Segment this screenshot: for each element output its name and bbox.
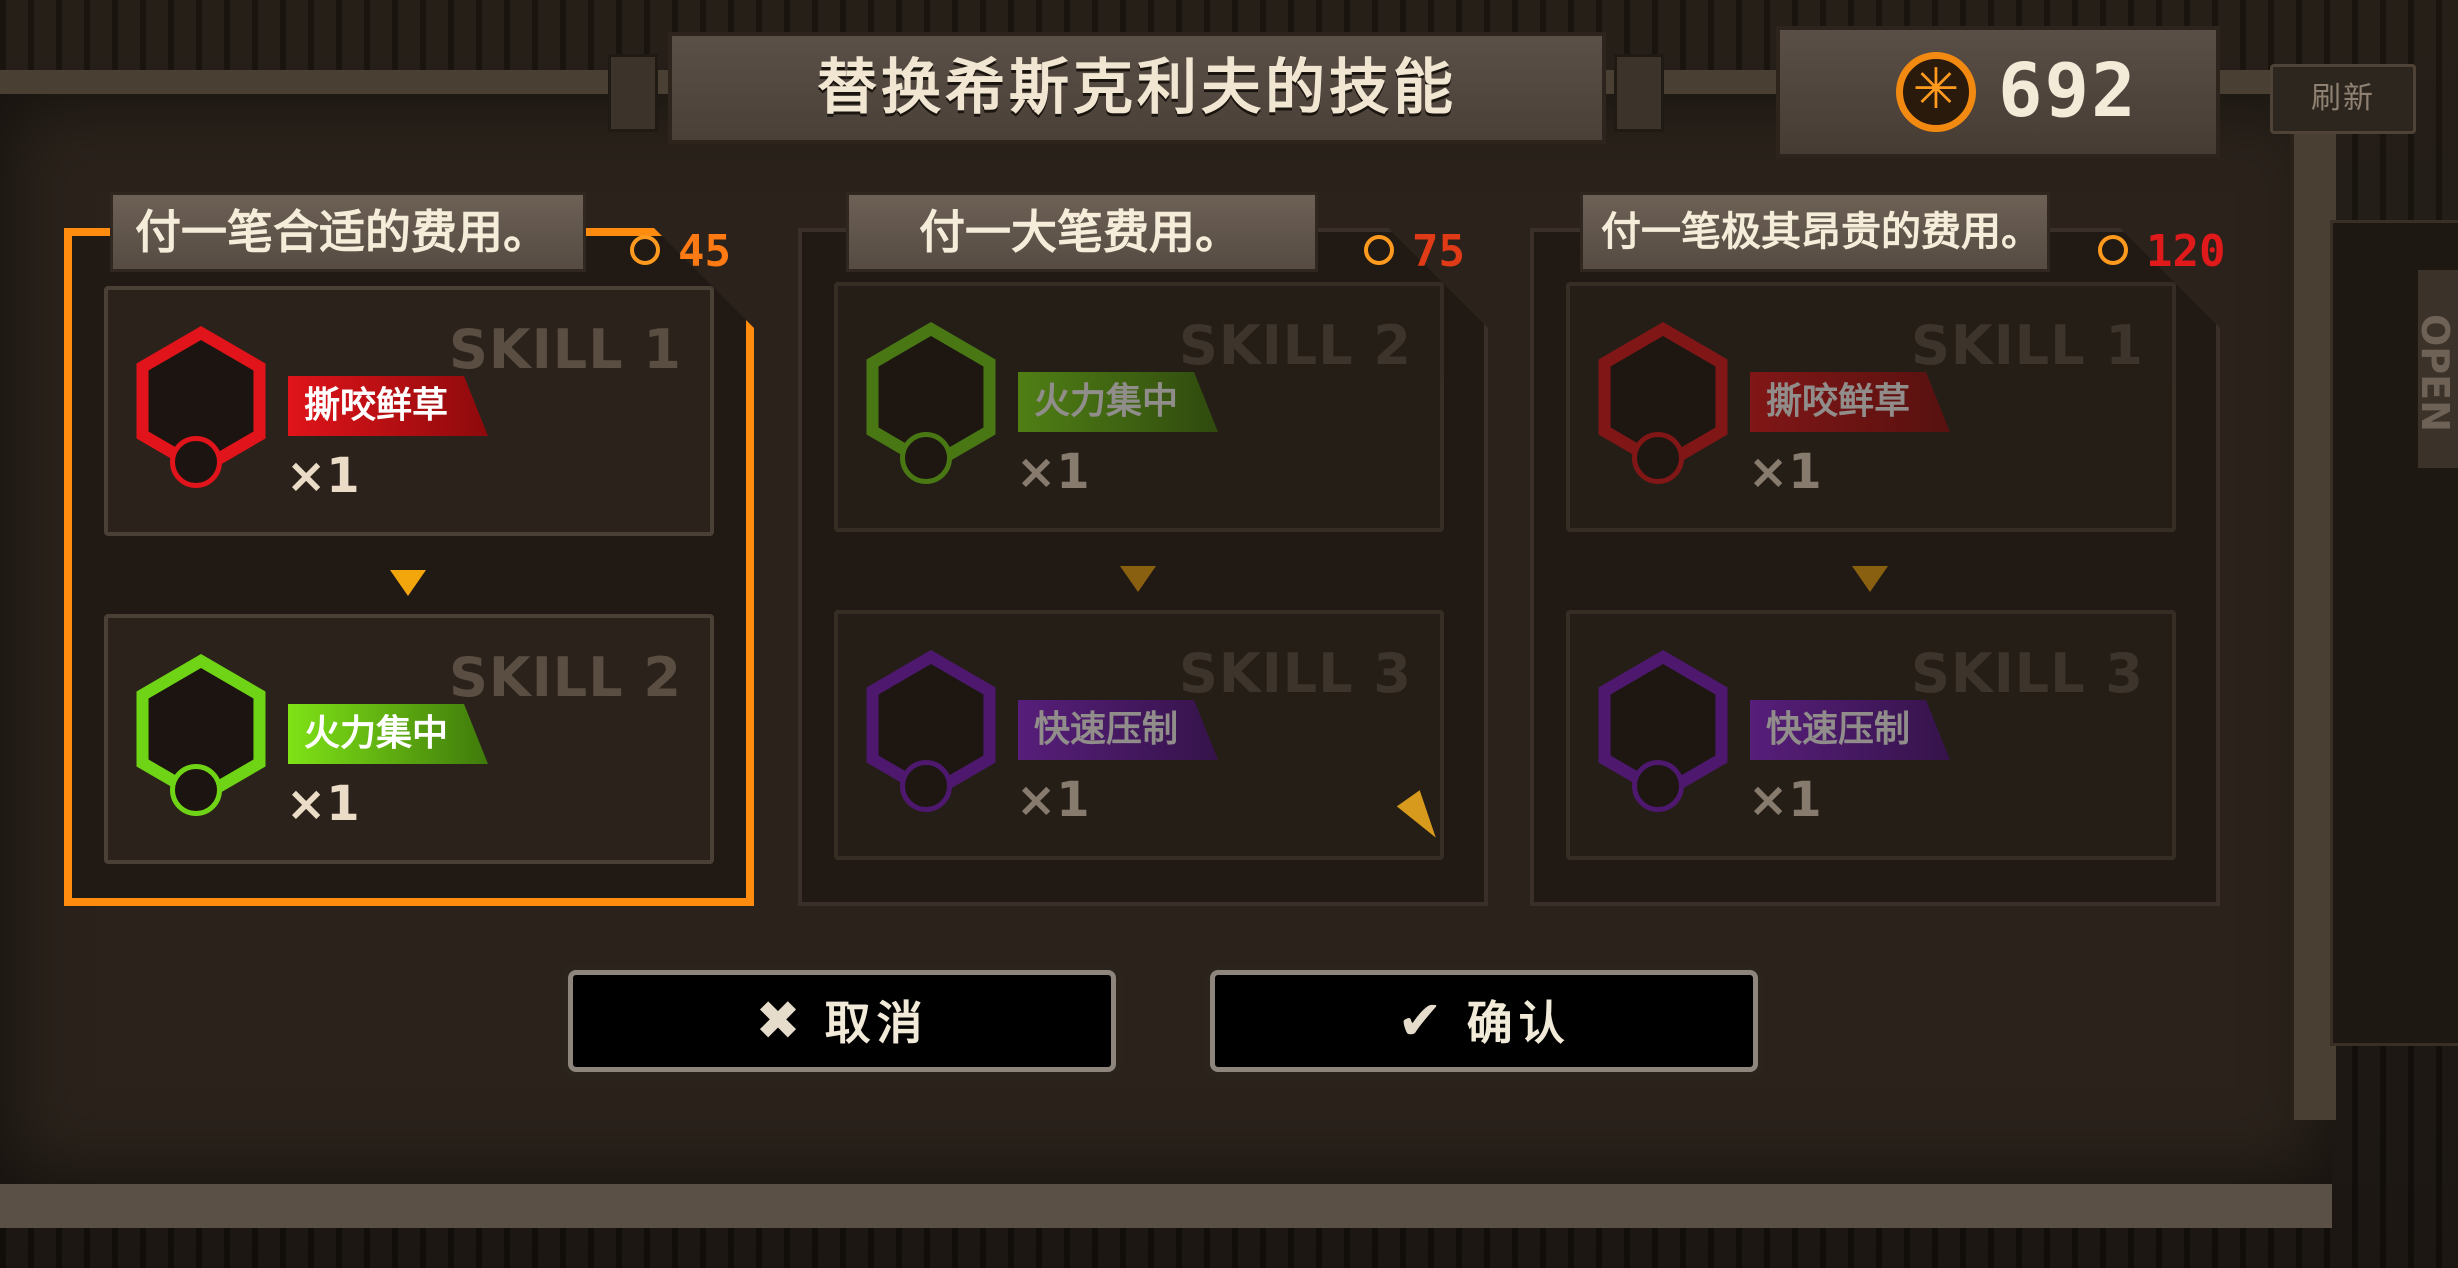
option-cost-3: 120: [2098, 226, 2225, 286]
option-card-1[interactable]: SKILL 1 撕咬鲜草 ×1 SKILL 2 火力集中 ×1: [64, 228, 754, 906]
from-skill-box: SKILL 2 火力集中 ×1: [834, 282, 1444, 532]
skill-name-banner: 火力集中: [288, 704, 488, 764]
skill-name-banner: 撕咬鲜草: [288, 376, 488, 436]
from-skill-box: SKILL 1 撕咬鲜草 ×1: [104, 286, 714, 536]
from-skill-box: SKILL 1 撕咬鲜草 ×1: [1566, 282, 2176, 532]
cancel-label: 取消: [824, 996, 929, 1050]
arrow-down-icon: [1852, 566, 1888, 592]
sun-coin-icon: ✳: [1896, 52, 1976, 132]
skill-sub-icon: [170, 436, 222, 488]
sun-coin-icon: [1364, 235, 1394, 265]
refresh-button[interactable]: 刷新: [2270, 64, 2416, 134]
skill-count: ×1: [1016, 444, 1090, 500]
skill-sub-icon: [900, 432, 952, 484]
to-skill-box: SKILL 3 快速压制 ×1: [1566, 610, 2176, 860]
option-cost-1: 45: [630, 226, 731, 286]
option-card-2[interactable]: SKILL 2 火力集中 ×1 SKILL 3 快速压制 ×1: [798, 228, 1488, 906]
skill-sub-icon: [1632, 432, 1684, 484]
skill-sub-icon: [170, 764, 222, 816]
currency-value: 692: [1998, 48, 2138, 134]
close-icon: ✖: [755, 989, 807, 1052]
skill-slot-tag: SKILL 1: [448, 318, 682, 381]
option-cost-2: 75: [1364, 226, 1465, 286]
sun-coin-icon: [630, 235, 660, 265]
cost-value: 45: [678, 226, 731, 277]
skill-count: ×1: [1748, 444, 1822, 500]
cancel-button[interactable]: ✖ 取消: [568, 970, 1116, 1072]
confirm-button[interactable]: ✔ 确认: [1210, 970, 1758, 1072]
to-skill-box: SKILL 3 快速压制 ×1: [834, 610, 1444, 860]
title-cap-left: [608, 54, 658, 132]
option-label-3: 付一笔极其昂贵的费用。: [1580, 192, 2050, 272]
skill-slot-tag: SKILL 3: [1178, 642, 1412, 705]
title-cap-right: [1614, 54, 1664, 132]
skill-count: ×1: [1016, 772, 1090, 828]
cost-value: 75: [1412, 226, 1465, 277]
skill-name-banner: 快速压制: [1018, 700, 1218, 760]
skill-slot-tag: SKILL 2: [1178, 314, 1412, 377]
option-card-3[interactable]: SKILL 1 撕咬鲜草 ×1 SKILL 3 快速压制 ×1: [1530, 228, 2220, 906]
cost-value: 120: [2146, 226, 2226, 277]
skill-count: ×1: [286, 448, 360, 504]
arrow-down-icon: [390, 570, 426, 596]
skill-slot-tag: SKILL 2: [448, 646, 682, 709]
option-label-2: 付一大笔费用。: [846, 192, 1318, 272]
to-skill-box: SKILL 2 火力集中 ×1: [104, 614, 714, 864]
skill-count: ×1: [286, 776, 360, 832]
dialog-title: 替换希斯克利夫的技能: [668, 32, 1606, 144]
confirm-label: 确认: [1466, 996, 1571, 1050]
currency-display: ✳ 692: [1776, 26, 2220, 158]
skill-name-banner: 快速压制: [1750, 700, 1950, 760]
skill-name-banner: 火力集中: [1018, 372, 1218, 432]
skill-count: ×1: [1748, 772, 1822, 828]
sun-coin-icon: [2098, 235, 2128, 265]
skill-slot-tag: SKILL 3: [1910, 642, 2144, 705]
skill-sub-icon: [900, 760, 952, 812]
skill-slot-tag: SKILL 1: [1910, 314, 2144, 377]
skill-sub-icon: [1632, 760, 1684, 812]
option-label-1: 付一笔合适的费用。: [110, 192, 586, 272]
side-panel-letters: OPEN: [2413, 270, 2458, 468]
checkmark-icon: ✔: [1397, 989, 1449, 1052]
arrow-down-icon: [1120, 566, 1156, 592]
skill-name-banner: 撕咬鲜草: [1750, 372, 1950, 432]
